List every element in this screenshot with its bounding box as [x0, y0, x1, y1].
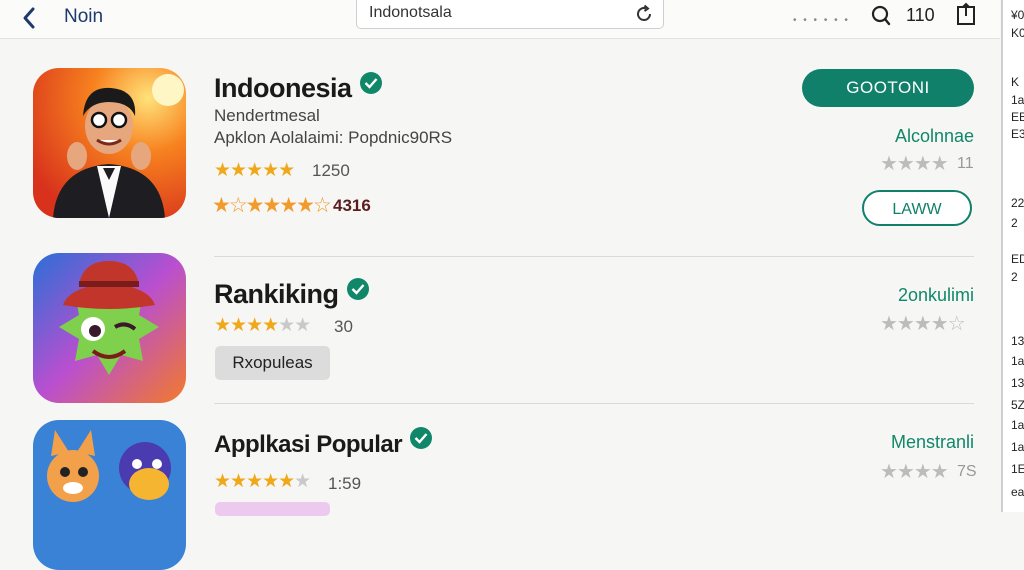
developer-link[interactable]: 2onkulimi	[794, 285, 974, 306]
app-icon-indoonesia[interactable]	[33, 68, 186, 218]
rating-count: 1250	[312, 161, 350, 180]
rating-count: 1:59	[328, 474, 362, 493]
side-index-item[interactable]: ED	[1011, 252, 1024, 266]
side-index-item[interactable]: ea	[1011, 485, 1024, 499]
rating-count-secondary: 4316	[333, 196, 371, 215]
app-subtitle: Nendertmesal	[214, 106, 320, 125]
star-rating: ★★★★★★	[214, 471, 311, 492]
overflow-dots: • • • • • •	[793, 15, 850, 26]
search-input-value[interactable]: Indonotsala	[369, 4, 452, 22]
search-field[interactable]: Indonotsala	[356, 0, 664, 29]
refresh-icon[interactable]	[633, 3, 655, 25]
side-index-item[interactable]: 1a	[1011, 440, 1024, 454]
share-icon[interactable]	[955, 2, 977, 26]
side-index-item[interactable]: 13	[1011, 376, 1024, 390]
star-rating: ★★★★★★	[214, 315, 311, 336]
side-index-panel: ¥0 K0 K 1a EB E3 22 2 ED 2 13 1a 13 5Z 1…	[1001, 0, 1024, 512]
side-index-item[interactable]: 1a	[1011, 354, 1024, 368]
side-index-item[interactable]: 1E	[1011, 462, 1024, 476]
side-index-item[interactable]: 2	[1011, 270, 1018, 284]
verified-check-icon	[410, 427, 433, 449]
side-index-item[interactable]: 1a	[1011, 418, 1024, 432]
top-bar: Noin Indonotsala • • • • • • 110	[0, 0, 1000, 39]
gray-rating-count: 7S	[957, 463, 977, 480]
verified-check-icon	[346, 278, 369, 300]
side-index-item[interactable]: 5Z	[1011, 398, 1024, 412]
app-title-rankiking[interactable]: Rankiking	[214, 278, 369, 310]
rating-count: 30	[334, 317, 353, 336]
divider	[214, 256, 974, 257]
side-index-item[interactable]: K	[1011, 75, 1019, 89]
result-count: 110	[906, 5, 935, 25]
developer-link[interactable]: Alcolnnae	[794, 126, 974, 147]
divider	[214, 403, 974, 404]
star-rating: ★★★★★	[214, 160, 295, 181]
category-tag[interactable]	[215, 502, 330, 516]
app-icon-applkasi-popular[interactable]	[33, 420, 186, 570]
app-title-indoonesia[interactable]: Indoonesia	[214, 72, 382, 104]
side-index-item[interactable]: 1a	[1011, 93, 1024, 107]
side-index-item[interactable]: E3	[1011, 127, 1024, 141]
side-index-item[interactable]: 2	[1011, 216, 1018, 230]
side-index-item[interactable]: 22	[1011, 196, 1024, 210]
app-category: Apklon Aolalaimi: Popdnic90RS	[214, 128, 453, 147]
nav-title: Noin	[64, 6, 104, 27]
side-index-item[interactable]: ¥0	[1011, 8, 1024, 22]
developer-link[interactable]: Menstranli	[794, 432, 974, 453]
side-index-item[interactable]: K0	[1011, 26, 1024, 40]
side-index-item[interactable]: 13	[1011, 334, 1024, 348]
side-index-item[interactable]: EB	[1011, 110, 1024, 124]
view-button[interactable]: LAWW	[862, 190, 972, 226]
app-icon-rankiking[interactable]	[33, 253, 186, 403]
app-title-applkasi-popular[interactable]: Applkasi Popular	[214, 427, 433, 459]
gray-star-rating: ★★★★☆	[880, 313, 966, 335]
star-rating-secondary: ★☆★★★★☆	[212, 194, 332, 217]
get-button[interactable]: GOOTONI	[802, 69, 974, 107]
gray-star-rating: ★★★★	[880, 461, 949, 483]
gray-star-rating: ★★★★	[880, 153, 949, 175]
gray-rating-count: 11	[957, 155, 974, 172]
search-icon[interactable]	[870, 4, 892, 28]
verified-check-icon	[359, 72, 382, 94]
back-chevron-icon[interactable]	[18, 4, 42, 32]
category-tag[interactable]: Rxopuleas	[215, 346, 330, 380]
